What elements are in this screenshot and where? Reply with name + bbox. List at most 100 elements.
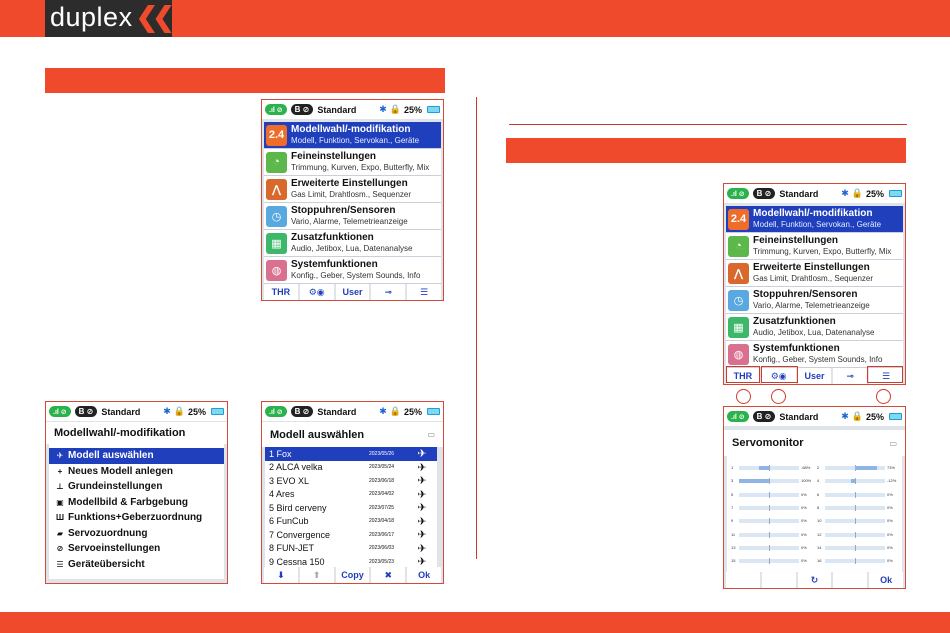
modell-menu-item[interactable]: + Neues Modell anlegen: [49, 464, 224, 480]
servo-channel-number: 14: [817, 544, 822, 550]
status-right: ✱ 🔒 25%: [841, 188, 902, 199]
battery-percent: 25%: [403, 104, 422, 115]
ok-button[interactable]: Ok: [869, 572, 903, 588]
model-name: Standard: [317, 104, 357, 115]
reset-button[interactable]: ↻: [797, 572, 832, 588]
menu-item-text: Modellwahl/-modifikation Modell, Funktion…: [291, 124, 419, 146]
modell-item-icon: ☰: [56, 559, 64, 569]
modell-item-icon: +: [57, 466, 63, 476]
status-bar: .ıl ⊘ B ⊘ Standard ✱ 🔒 25%: [724, 407, 905, 426]
model-row[interactable]: 5 Bird cerveny 2023/07/25 ✈: [265, 501, 437, 515]
page-title: Servomonitor ▭: [724, 430, 905, 456]
menu-item-5[interactable]: ▦ Zusatzfunktionen Audio, Jetibox, Lua, Da…: [726, 314, 903, 341]
menu-item-subtitle: Gas Limit, Drahtlosm., Sequenzer: [291, 190, 412, 199]
modell-item-label: Servoeinstellungen: [68, 543, 161, 555]
modell-menu-item[interactable]: ⊘ Servoeinstellungen: [49, 541, 224, 557]
bluetooth-icon: ✱: [379, 406, 387, 416]
bottom-footer-bar: [0, 612, 950, 633]
ok-button[interactable]: Ok: [407, 567, 441, 583]
globe-icon: ◍: [728, 343, 749, 365]
status-right: ✱ 🔒 25%: [379, 406, 440, 417]
menu-item-title: Zusatzfunktionen: [291, 232, 374, 243]
servo-monitor-button[interactable]: ⚙◉: [299, 284, 334, 300]
menu-item-1[interactable]: 2.4 Modellwahl/-modifikation Modell, Funkt…: [726, 206, 903, 233]
battery-icon: [889, 413, 902, 420]
copy-button[interactable]: Copy: [335, 567, 370, 583]
model-row-name: 2 ALCA velka: [269, 462, 323, 473]
modell-menu-item[interactable]: ✈ Modell auswählen: [49, 448, 224, 464]
menu-item-6[interactable]: ◍ Systemfunktionen Konfig., Geber, System …: [726, 341, 903, 368]
menu-item-4[interactable]: ◷ Stoppuhren/Sensoren Vario, Alarme, Telem…: [264, 203, 441, 230]
servo-channel-number: 9: [731, 518, 734, 524]
page-title: Modell auswählen ▭: [262, 422, 443, 447]
modell-item-label: Modell auswählen: [68, 450, 154, 462]
modell-menu-item[interactable]: ☰ Geräteübersicht: [49, 557, 224, 573]
menu-item-text: Feineinstellungen Trimmung, Kurven, Expo,…: [291, 151, 429, 173]
model-name: Standard: [779, 411, 819, 422]
receiver-b-icon: B ⊘: [290, 406, 314, 417]
lock-icon: 🔒: [851, 411, 863, 421]
status-right: ✱ 🔒 25%: [379, 104, 440, 115]
menu-item-text: Zusatzfunktionen Audio, Jetibox, Lua, Dat…: [753, 316, 874, 338]
menu-item-6[interactable]: ◍ Systemfunktionen Konfig., Geber, System …: [264, 257, 441, 284]
menu-item-3[interactable]: ⋀ Erweiterte Einstellungen Gas Limit, Drah…: [726, 260, 903, 287]
modell-menu-item[interactable]: ▰ Servozuordnung: [49, 526, 224, 542]
battery-percent: 25%: [865, 411, 884, 422]
menu-item-3[interactable]: ⋀ Erweiterte Einstellungen Gas Limit, Drah…: [264, 176, 441, 203]
grid-icon: ▦: [266, 232, 287, 254]
auswahl-button-bar: ⬇ ⬆ Copy ✖ Ok: [262, 567, 443, 583]
servo-percent: 0%: [887, 504, 893, 510]
modell-menu-item[interactable]: ▣ Modellbild & Farbgebung: [49, 495, 224, 511]
tree-icon: ⋀: [728, 262, 749, 284]
modell-item-label: Servozuordnung: [68, 527, 148, 539]
model-row[interactable]: 3 EVO XL 2023/06/18 ✈: [265, 474, 437, 488]
move-down-button[interactable]: ⬇: [264, 567, 298, 583]
model-row[interactable]: 4 Ares 2023/04/02 ✈: [265, 488, 437, 502]
battery-percent: 25%: [865, 188, 884, 199]
gauge-icon: ◔: [266, 151, 287, 173]
duplex-logo: duplex ❮❮: [45, 0, 175, 37]
servo-percent: 0%: [801, 558, 807, 564]
modell-item-icon: ▰: [56, 528, 64, 538]
modell-menu-item[interactable]: ⊥ Grundeinstellungen: [49, 479, 224, 495]
model-row[interactable]: 7 Convergence 2023/06/17 ✈: [265, 528, 437, 542]
menu-item-text: Erweiterte Einstellungen Gas Limit, Draht…: [753, 262, 873, 284]
model-icon: 2.4: [266, 124, 287, 146]
menu-item-2[interactable]: ◔ Feineinstellungen Trimmung, Kurven, Expo…: [264, 149, 441, 176]
thr-lock-button[interactable]: THR: [264, 284, 298, 300]
main-menu-screen-annotated: .ıl ⊘ B ⊘ Standard ✱ 🔒 25% 2.4 Modellwahl/-modi…: [723, 183, 906, 385]
key-button[interactable]: ⊸: [371, 284, 406, 300]
menu-item-subtitle: Vario, Alarme, Telemetrieanzeige: [291, 217, 408, 226]
receiver-b-icon: B ⊘: [74, 406, 98, 417]
servo-percent: 0%: [887, 491, 893, 497]
key-button[interactable]: ⊸: [833, 368, 868, 384]
left-section-bar: [45, 68, 445, 93]
callout-marker-1: [736, 389, 751, 404]
menu-item-title: Stoppuhren/Sensoren: [291, 205, 396, 216]
battery-icon: [211, 408, 224, 415]
move-up-button[interactable]: ⬆: [299, 567, 334, 583]
menu-item-4[interactable]: ◷ Stoppuhren/Sensoren Vario, Alarme, Telem…: [726, 287, 903, 314]
model-row[interactable]: 2 ALCA velka 2023/05/24 ✈: [265, 461, 437, 475]
modell-menu-item[interactable]: Ш Funktions+Geberzuordnung: [49, 510, 224, 526]
menu-item-subtitle: Audio, Jetibox, Lua, Datenanalyse: [753, 328, 875, 337]
menu-item-5[interactable]: ▦ Zusatzfunktionen Audio, Jetibox, Lua, Da…: [264, 230, 441, 257]
empty-button-1[interactable]: [726, 572, 760, 588]
menu-item-1[interactable]: 2.4 Modellwahl/-modifikation Modell, Funkt…: [264, 122, 441, 149]
model-row[interactable]: 6 FunCub 2023/04/18 ✈: [265, 515, 437, 529]
model-row-date: 2023/07/25: [369, 504, 395, 511]
plane-icon: ✈: [417, 461, 427, 474]
model-row[interactable]: 1 Fox 2023/05/26 ✈: [265, 447, 437, 461]
menu-item-2[interactable]: ◔ Feineinstellungen Trimmung, Kurven, Expo…: [726, 233, 903, 260]
model-row[interactable]: 8 FUN-JET 2023/06/03 ✈: [265, 542, 437, 556]
empty-button-2[interactable]: [761, 572, 796, 588]
user-button[interactable]: User: [335, 284, 370, 300]
menu-list-button[interactable]: ☰: [407, 284, 441, 300]
delete-button[interactable]: ✖: [371, 567, 406, 583]
battery-percent: 25%: [403, 406, 422, 417]
menu-item-subtitle: Gas Limit, Drahtlosm., Sequenzer: [753, 274, 874, 283]
user-button[interactable]: User: [797, 368, 832, 384]
empty-button-4[interactable]: [833, 572, 868, 588]
lock-icon: 🔒: [851, 188, 863, 198]
menu-item-title: Systemfunktionen: [753, 343, 840, 354]
